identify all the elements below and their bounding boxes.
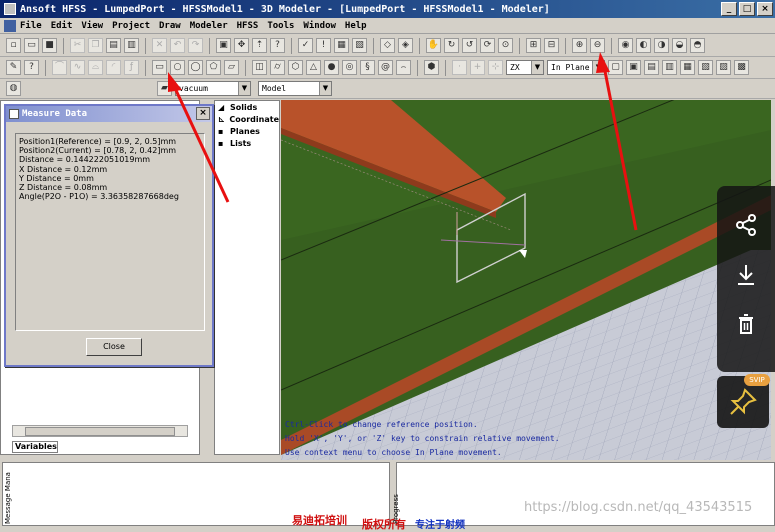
floating-action-bar — [717, 186, 775, 372]
trash-icon[interactable] — [731, 310, 761, 340]
annotation-arrow — [602, 65, 638, 231]
annotation-arrows — [168, 52, 638, 231]
annotation-arrow — [172, 85, 230, 203]
share-icon[interactable] — [731, 210, 761, 240]
svip-badge: SVIP — [744, 374, 770, 386]
download-icon[interactable] — [731, 260, 761, 290]
